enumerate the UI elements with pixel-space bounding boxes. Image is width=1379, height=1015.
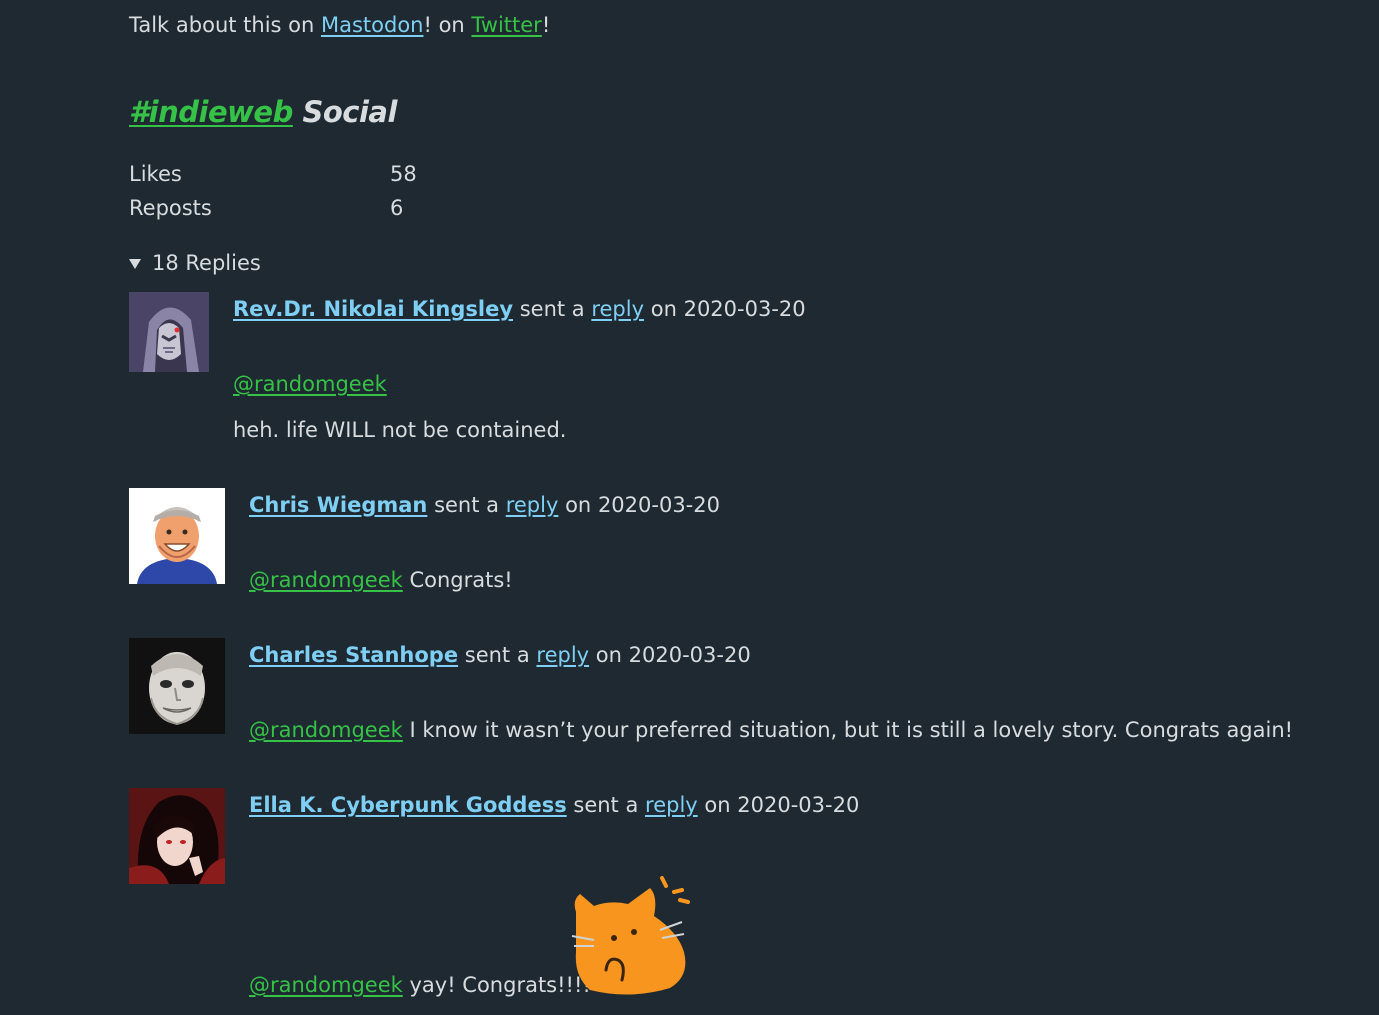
social-title: Social [302,95,397,129]
reposts-count: 6 [390,196,404,220]
social-heading: #indieweb Social [129,92,397,132]
mastodon-link[interactable]: Mastodon [321,13,424,37]
reply-date: 2020-03-20 [737,793,860,817]
reply-content: @randomgeek yay! Congrats!!!! [249,970,591,1000]
on-text: on [704,793,731,817]
reaction-stats: Likes 58 Reposts 6 [129,157,417,225]
avatar[interactable] [129,638,225,734]
avatar[interactable] [129,488,225,584]
avatar[interactable] [129,788,225,884]
reply-permalink[interactable]: reply [645,793,698,817]
sent-a-text: sent a [573,793,639,817]
reply-header: Chris Wiegman sent a reply on 2020-03-20 [249,490,720,520]
reply-date: 2020-03-20 [597,493,720,517]
hooded-figure-avatar-icon [129,292,209,372]
reply-date: 2020-03-20 [628,643,751,667]
on-text: on [595,643,622,667]
cartoon-man-avatar-icon [129,488,225,584]
reply-permalink[interactable]: reply [536,643,589,667]
avatar[interactable] [129,292,209,372]
reply-permalink[interactable]: reply [506,493,559,517]
stat-row-likes: Likes 58 [129,157,417,191]
likes-count: 58 [390,162,417,186]
mention-link[interactable]: @randomgeek [249,973,403,997]
on-text: on [565,493,592,517]
reply-content: @randomgeek I know it wasn’t your prefer… [249,715,1293,745]
sent-a-text: sent a [464,643,530,667]
mask-face-avatar-icon [129,638,225,734]
mention-link[interactable]: @randomgeek [249,568,403,592]
disclosure-triangle-icon [129,259,141,269]
reply-date: 2020-03-20 [683,297,806,321]
mention-link[interactable]: @randomgeek [249,718,403,742]
reposts-label: Reposts [129,196,212,220]
likes-label: Likes [129,162,182,186]
reply-header: Ella K. Cyberpunk Goddess sent a reply o… [249,790,859,820]
reply-text: heh. life WILL not be contained. [233,418,567,442]
reply-header: Rev.Dr. Nikolai Kingsley sent a reply on… [233,294,806,324]
reply-header: Charles Stanhope sent a reply on 2020-03… [249,640,751,670]
share-line: Talk about this on Mastodon! on Twitter! [129,10,550,40]
reply-author-link[interactable]: Rev.Dr. Nikolai Kingsley [233,297,513,321]
anime-girl-avatar-icon [129,788,225,884]
sent-a-text: sent a [434,493,500,517]
share-suffix: ! [541,13,551,37]
replies-disclosure-toggle[interactable]: 18 Replies [129,248,261,278]
twitter-link[interactable]: Twitter [471,13,541,37]
reply-author-link[interactable]: Ella K. Cyberpunk Goddess [249,793,567,817]
replies-count-label: 18 Replies [152,251,261,275]
stat-row-reposts: Reposts 6 [129,191,417,225]
reply-author-link[interactable]: Chris Wiegman [249,493,427,517]
reply-author-link[interactable]: Charles Stanhope [249,643,458,667]
blobcat-shocked-icon [570,876,694,1001]
reply-content: @randomgeek Congrats! [249,565,513,595]
share-prefix: Talk about this on [129,13,321,37]
reply-permalink[interactable]: reply [591,297,644,321]
share-middle: ! on [423,13,472,37]
reply-text: Congrats! [409,568,513,592]
on-text: on [650,297,677,321]
sent-a-text: sent a [519,297,585,321]
reply-text: I know it wasn’t your preferred situatio… [409,718,1294,742]
reply-text: yay! Congrats!!!! [409,973,591,997]
reply-mention-line: @randomgeek [233,369,387,399]
mention-link[interactable]: @randomgeek [233,372,387,396]
indieweb-hashtag-link[interactable]: #indieweb [129,95,293,129]
